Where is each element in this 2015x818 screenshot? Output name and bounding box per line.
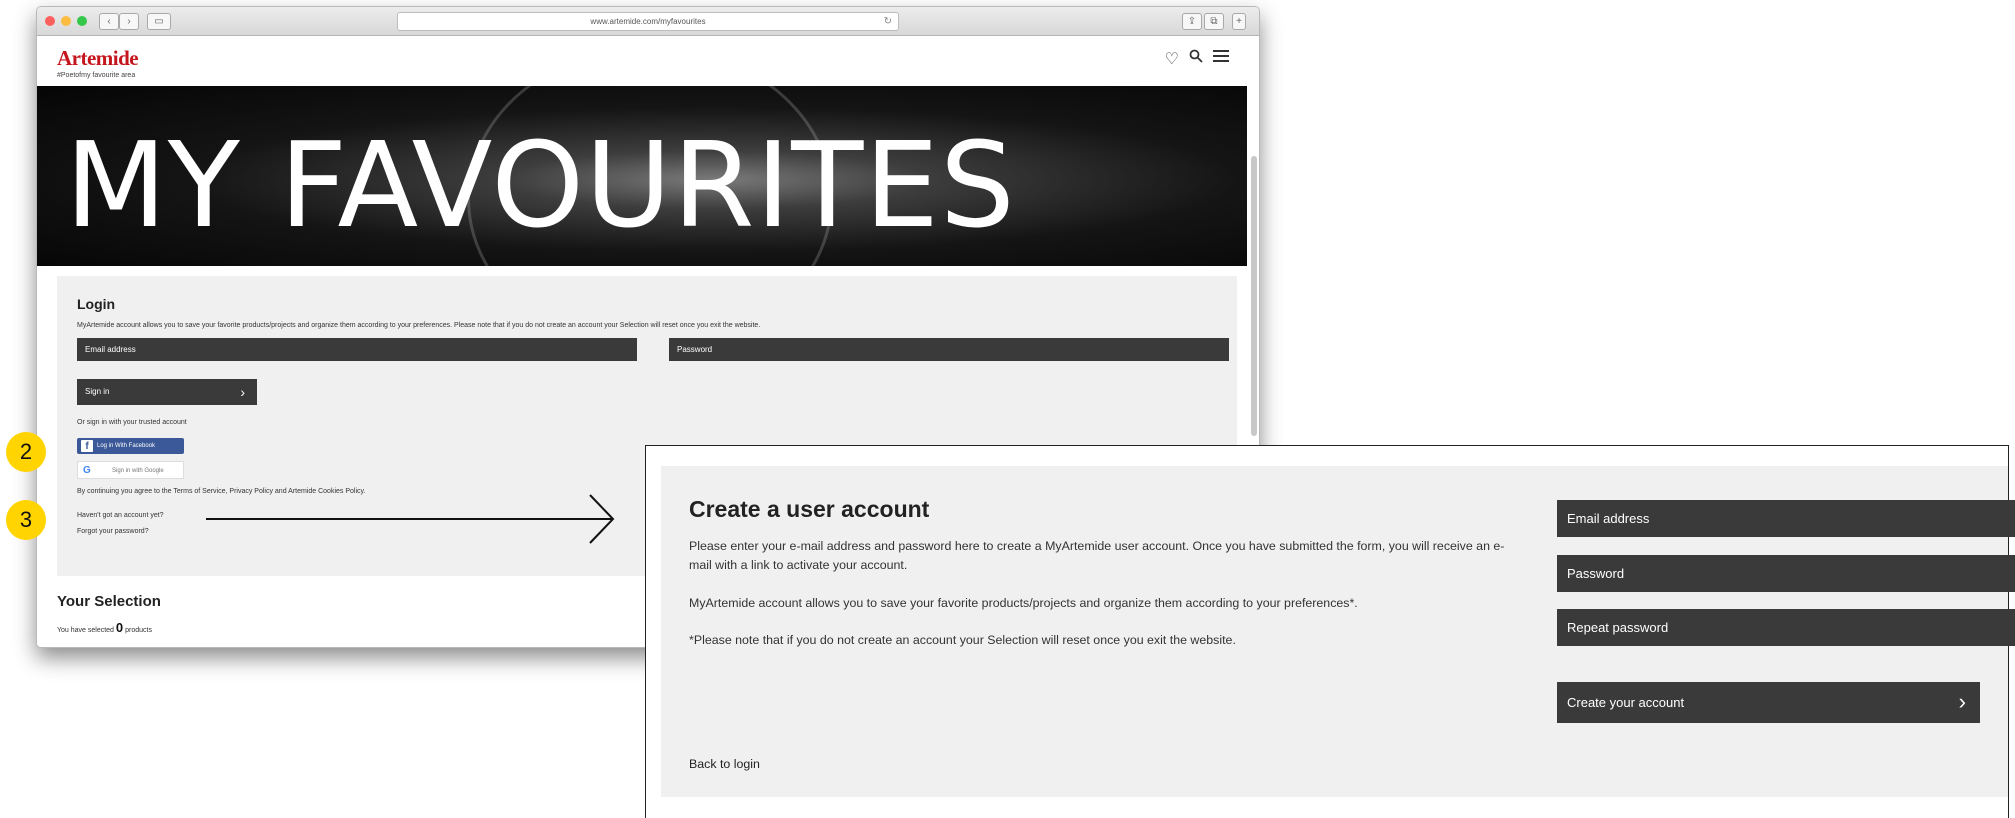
- create-account-button[interactable]: Create your account ›: [1557, 682, 1980, 723]
- create-email-field[interactable]: Email address: [1557, 500, 2015, 537]
- back-to-login-link[interactable]: Back to login: [689, 757, 760, 771]
- create-account-button-label: Create your account: [1567, 695, 1685, 710]
- create-account-info: MyArtemide account allows you to save yo…: [689, 596, 1358, 610]
- create-account-note: *Please note that if you do not create a…: [689, 633, 1236, 647]
- create-password-field[interactable]: Password: [1557, 555, 2015, 592]
- create-account-panel: Create a user account Please enter your …: [645, 445, 2015, 818]
- create-account-title: Create a user account: [689, 496, 930, 522]
- create-account-form: Create a user account Please enter your …: [661, 466, 2015, 797]
- create-account-intro: Please enter your e-mail address and pas…: [689, 539, 1505, 572]
- chevron-right-icon: ›: [1958, 689, 1966, 714]
- repeat-password-field[interactable]: Repeat password: [1557, 609, 2015, 646]
